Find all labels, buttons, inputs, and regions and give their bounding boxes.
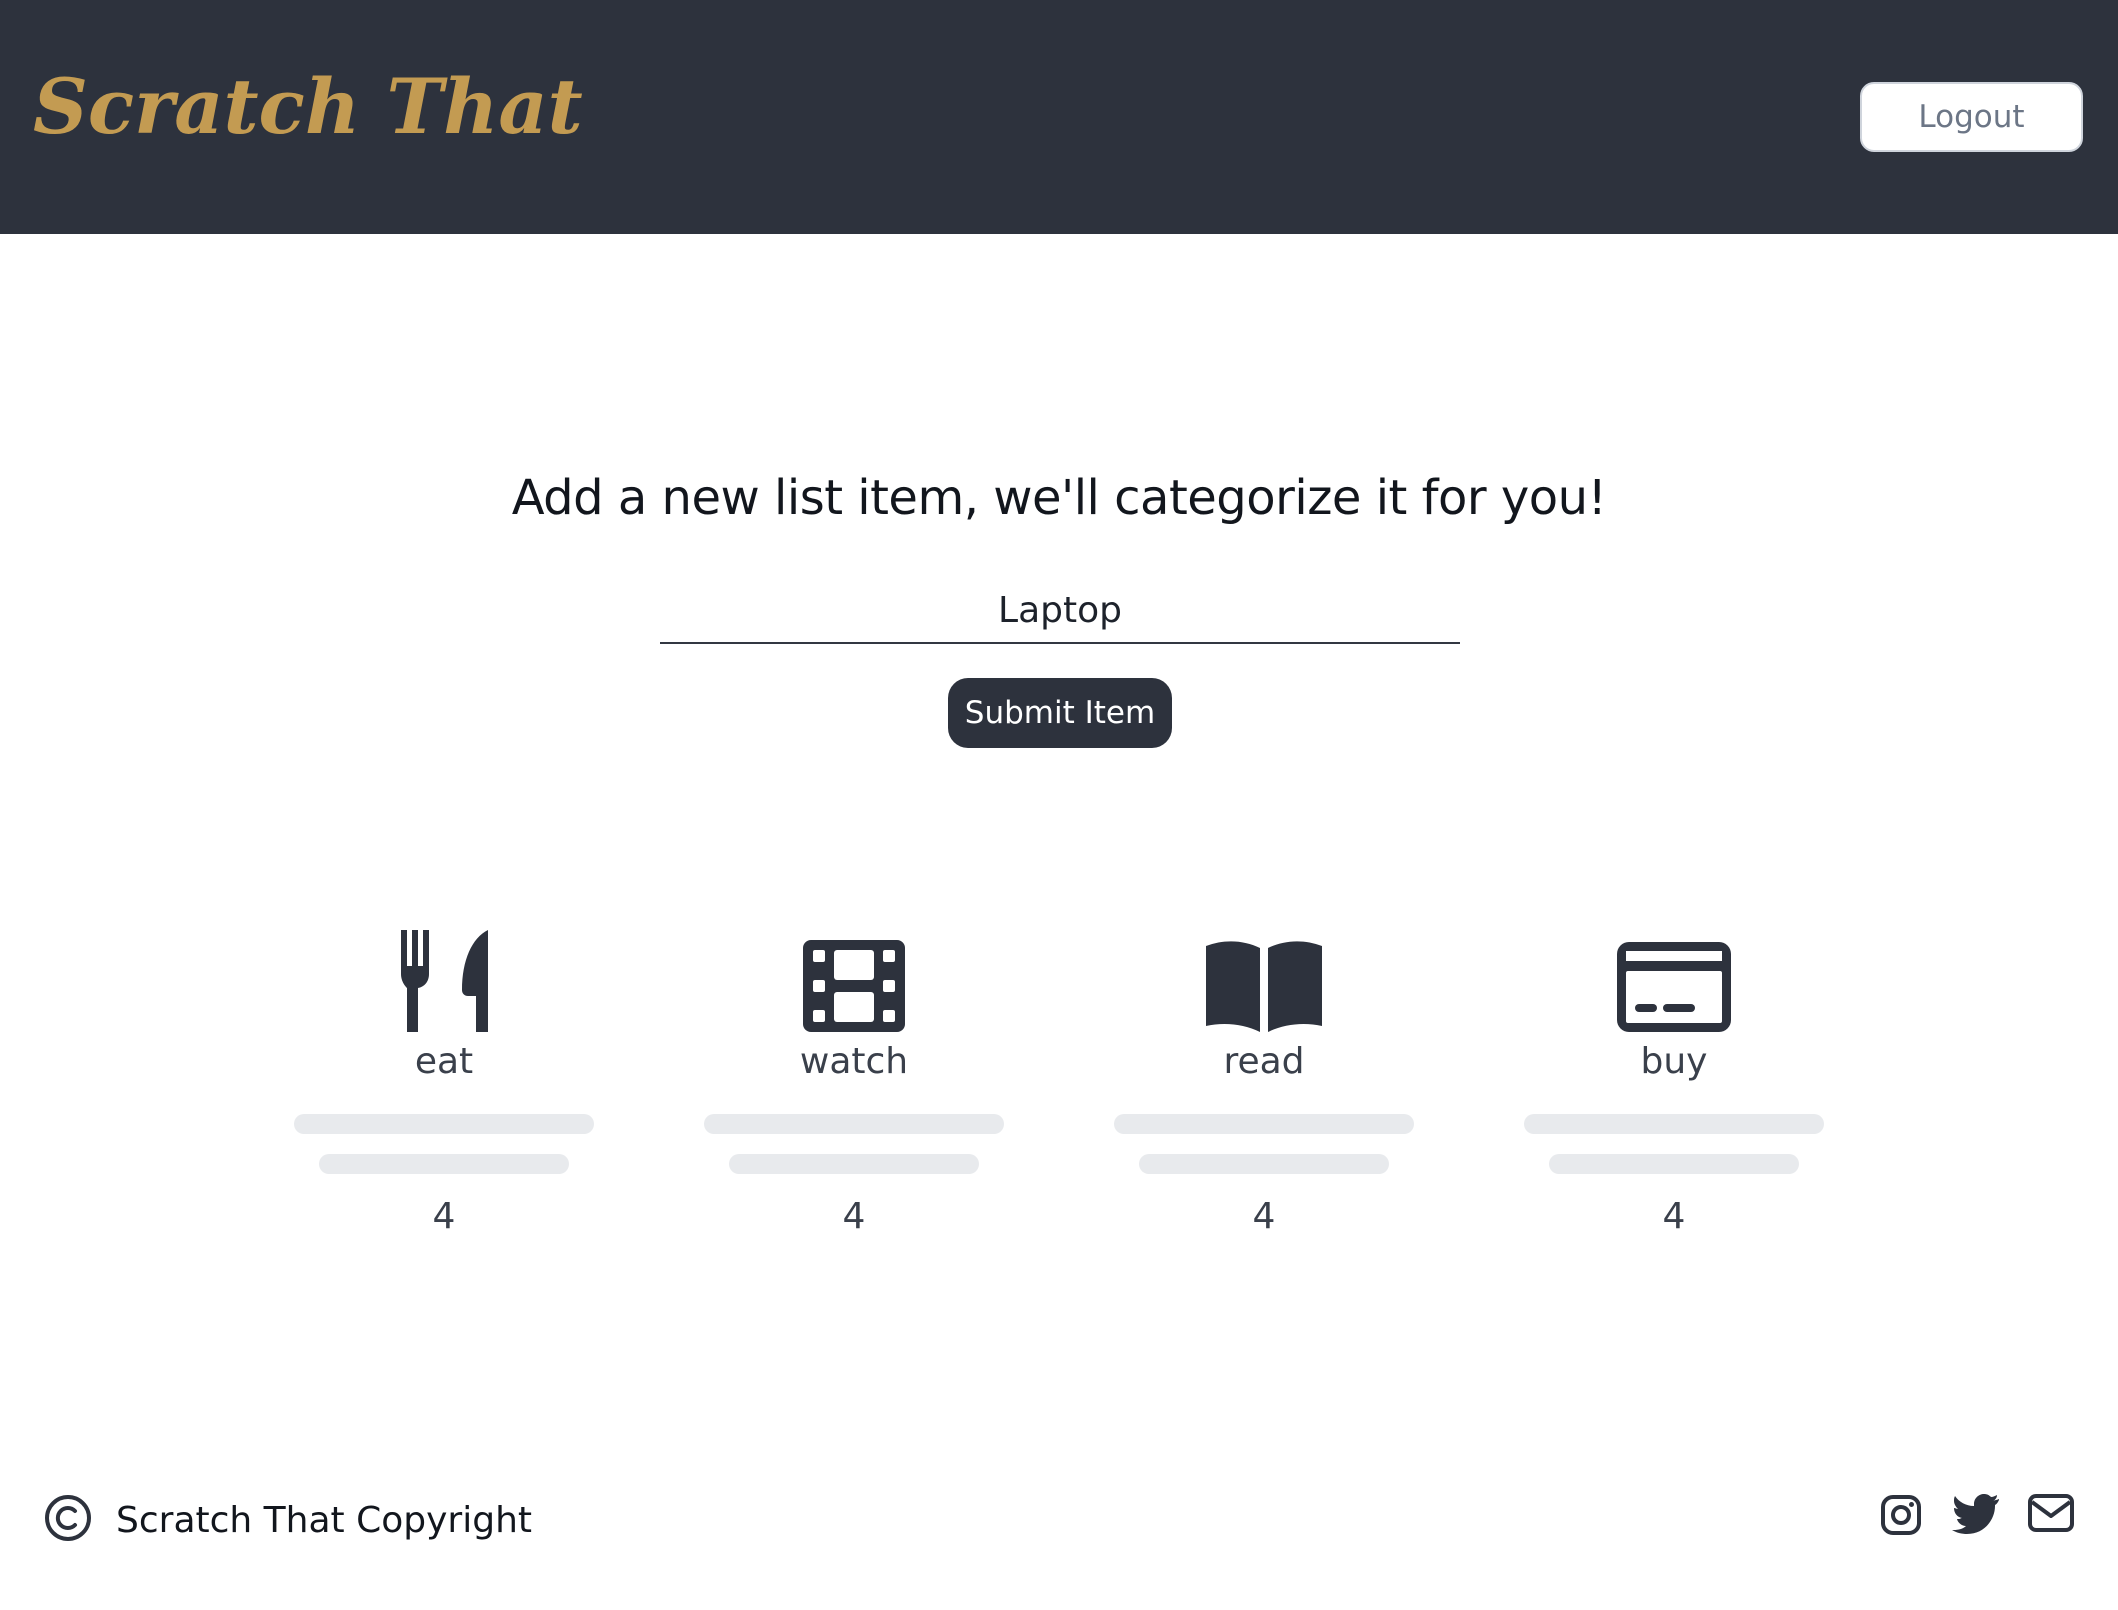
- placeholder-bar: [729, 1154, 979, 1174]
- utensils-icon: [284, 930, 604, 1032]
- category-watch[interactable]: watch 4: [694, 930, 1014, 1237]
- category-label: eat: [414, 1041, 474, 1082]
- app-header: Scratch That Logout: [0, 0, 2118, 234]
- page-headline: Add a new list item, we'll categorize it…: [511, 470, 1607, 526]
- instagram-icon[interactable]: [1880, 1494, 1922, 1536]
- brand-logo[interactable]: Scratch That: [33, 62, 583, 151]
- placeholder-bar: [704, 1114, 1004, 1134]
- placeholder-bar: [1524, 1114, 1824, 1134]
- category-count: 4: [842, 1196, 866, 1237]
- placeholder-bar: [1139, 1154, 1389, 1174]
- logout-button[interactable]: Logout: [1860, 82, 2083, 152]
- category-buy[interactable]: buy 4: [1514, 930, 1834, 1237]
- footer-copyright: Scratch That Copyright: [44, 1494, 532, 1546]
- category-read[interactable]: read 4: [1104, 930, 1424, 1237]
- category-count: 4: [1662, 1196, 1686, 1237]
- submit-item-button[interactable]: Submit Item: [948, 678, 1172, 748]
- category-label: buy: [1640, 1041, 1708, 1082]
- category-count: 4: [1252, 1196, 1276, 1237]
- item-input-wrapper: [660, 580, 1460, 644]
- category-label: read: [1223, 1041, 1305, 1082]
- copyright-text: Scratch That Copyright: [116, 1499, 533, 1541]
- category-eat[interactable]: eat 4: [284, 930, 604, 1237]
- credit-card-icon: [1514, 930, 1834, 1032]
- copyright-icon: [44, 1494, 92, 1546]
- placeholder-bar: [1114, 1114, 1414, 1134]
- category-count: 4: [432, 1196, 456, 1237]
- item-input[interactable]: [660, 580, 1460, 640]
- category-label: watch: [799, 1041, 909, 1082]
- book-open-icon: [1104, 930, 1424, 1032]
- film-icon: [694, 930, 1014, 1032]
- placeholder-bar: [1549, 1154, 1799, 1174]
- placeholder-bar: [319, 1154, 569, 1174]
- placeholder-bar: [294, 1114, 594, 1134]
- envelope-icon[interactable]: [2028, 1494, 2074, 1532]
- twitter-icon[interactable]: [1952, 1494, 2000, 1534]
